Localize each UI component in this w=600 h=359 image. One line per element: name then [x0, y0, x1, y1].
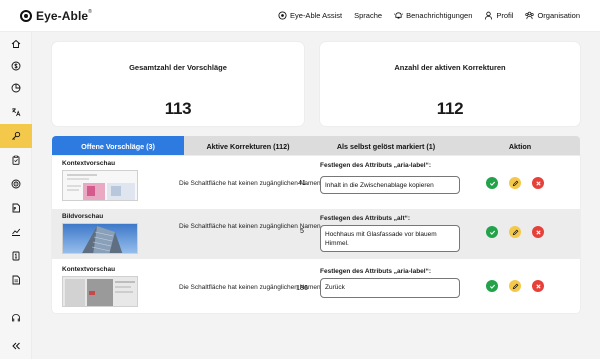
pdf-icon — [12, 203, 20, 213]
clipboard-icon — [12, 155, 20, 165]
tab-action: Aktion — [508, 141, 532, 151]
nav-profile[interactable]: Profil — [484, 11, 513, 20]
logo-text: Eye-Able® — [36, 8, 92, 23]
table-row: Kontextvorschau Die Schaltfläche hat kei… — [52, 156, 580, 206]
line-chart-icon — [12, 228, 21, 236]
context-preview-image[interactable] — [62, 170, 138, 201]
table-row: Bildvorschau Die Schaltfläche hat keinen — [52, 209, 580, 259]
accept-button[interactable] — [486, 177, 498, 189]
occurrence-count: 186 — [296, 285, 308, 292]
nav-notifications[interactable]: Benachrichtigungen — [394, 11, 472, 20]
sidebar-item-translation[interactable] — [0, 100, 32, 124]
nav-organisation[interactable]: Organisation — [525, 11, 580, 20]
suggestions-table: Kontextvorschau Die Schaltfläche hat kei… — [52, 156, 580, 313]
sidebar-item-fixes[interactable] — [0, 124, 32, 148]
image-preview[interactable] — [62, 223, 138, 254]
user-icon — [485, 11, 493, 20]
sidebar-collapse-button[interactable] — [0, 334, 32, 358]
organisation-icon — [525, 11, 535, 20]
accept-button[interactable] — [486, 226, 498, 238]
reject-button[interactable] — [532, 226, 544, 238]
tab-open-suggestions[interactable]: Offene Vorschläge (3) — [52, 136, 184, 156]
edit-button[interactable] — [509, 226, 521, 238]
translate-icon — [12, 108, 21, 117]
sidebar-item-billing[interactable] — [0, 54, 32, 78]
context-preview-image[interactable] — [62, 276, 138, 307]
top-bar: Eye-Able® Eye-Able Assist Sprache Benach… — [0, 0, 600, 32]
fix-label: Festlegen des Attributs „aria-label“: — [320, 162, 432, 169]
tab-active-corrections[interactable]: Aktive Korrekturen (112) — [184, 136, 312, 156]
reject-button[interactable] — [532, 280, 544, 292]
occurrence-count: 5 — [300, 228, 304, 235]
key-icon — [12, 131, 21, 140]
assist-icon — [278, 11, 287, 20]
edit-icon — [512, 180, 518, 186]
sidebar-item-documents[interactable] — [0, 268, 32, 292]
pie-chart-icon — [11, 83, 21, 93]
main-content: Gesamtzahl der Vorschläge 113 Anzahl der… — [32, 32, 600, 359]
edit-button[interactable] — [509, 280, 521, 292]
stat-card-corrections: Anzahl der aktiven Korrekturen 112 — [320, 42, 580, 126]
close-icon — [535, 180, 541, 186]
collapse-icon — [12, 342, 20, 350]
sidebar-item-trends[interactable] — [0, 220, 32, 244]
sidebar-item-statistics[interactable] — [0, 76, 32, 100]
accept-button[interactable] — [486, 280, 498, 292]
preview-label: Kontextvorschau — [62, 160, 116, 167]
row-actions — [486, 226, 544, 238]
stat-card-suggestions: Gesamtzahl der Vorschläge 113 — [52, 42, 304, 126]
check-icon — [489, 284, 495, 289]
row-actions — [486, 280, 544, 292]
sidebar-item-reports[interactable] — [0, 244, 32, 268]
table-row: Kontextvorschau Die Schaltfläche hat kei… — [52, 262, 580, 312]
close-icon — [535, 283, 541, 289]
row-actions — [486, 177, 544, 189]
nav-language[interactable]: Sprache — [354, 11, 382, 20]
stat-value: 113 — [164, 99, 192, 118]
nav-eye-able-assist[interactable]: Eye-Able Assist — [278, 11, 342, 20]
check-icon — [489, 230, 495, 235]
reject-button[interactable] — [532, 177, 544, 189]
bell-icon — [394, 12, 403, 19]
fix-value-input[interactable]: Inhalt in die Zwischenablage kopieren — [320, 176, 460, 194]
edit-icon — [512, 229, 518, 235]
fix-label: Festlegen des Attributs „aria-label“: — [320, 268, 432, 275]
nav-label: Eye-Able Assist — [290, 11, 343, 20]
nav-label: Benachrichtigungen — [406, 11, 473, 20]
sidebar-item-tasks[interactable] — [0, 148, 32, 172]
nav-label: Sprache — [354, 11, 383, 20]
home-icon — [11, 39, 21, 48]
tab-self-resolved[interactable]: Als selbst gelöst markiert (1) — [312, 136, 460, 156]
top-nav: Eye-Able Assist Sprache Benachrichtigung… — [278, 11, 580, 20]
preview-label: Kontextvorschau — [62, 266, 116, 273]
edit-icon — [512, 283, 518, 289]
occurrence-count: 41 — [298, 180, 306, 187]
nav-label: Profil — [496, 11, 514, 20]
sidebar-item-home[interactable] — [0, 32, 32, 56]
fix-label: Festlegen des Attributs „alt“: — [320, 215, 411, 222]
dollar-icon — [11, 61, 21, 71]
stat-value: 112 — [436, 99, 464, 118]
sidebar — [0, 32, 32, 359]
sidebar-item-goals[interactable] — [0, 172, 32, 196]
report-icon — [12, 251, 20, 261]
stat-title: Gesamtzahl der Vorschläge — [129, 63, 227, 72]
sidebar-item-support[interactable] — [0, 306, 32, 330]
document-icon — [12, 275, 20, 285]
fix-value-input[interactable]: Hochhaus mit Glasfassade vor blauem Himm… — [320, 225, 460, 252]
close-icon — [535, 229, 541, 235]
tab-bar: Offene Vorschläge (3) Aktive Korrekturen… — [52, 136, 580, 156]
check-icon — [489, 181, 495, 186]
sidebar-item-pdf[interactable] — [0, 196, 32, 220]
support-icon — [12, 314, 20, 322]
fix-value-input[interactable]: Zurück — [320, 278, 460, 298]
logo[interactable]: Eye-Able® — [20, 9, 92, 23]
eye-able-logo-icon — [20, 9, 32, 22]
preview-label: Bildvorschau — [62, 213, 104, 220]
stat-title: Anzahl der aktiven Korrekturen — [394, 63, 506, 72]
edit-button[interactable] — [509, 177, 521, 189]
nav-label: Organisation — [537, 11, 580, 20]
target-icon — [11, 179, 21, 189]
